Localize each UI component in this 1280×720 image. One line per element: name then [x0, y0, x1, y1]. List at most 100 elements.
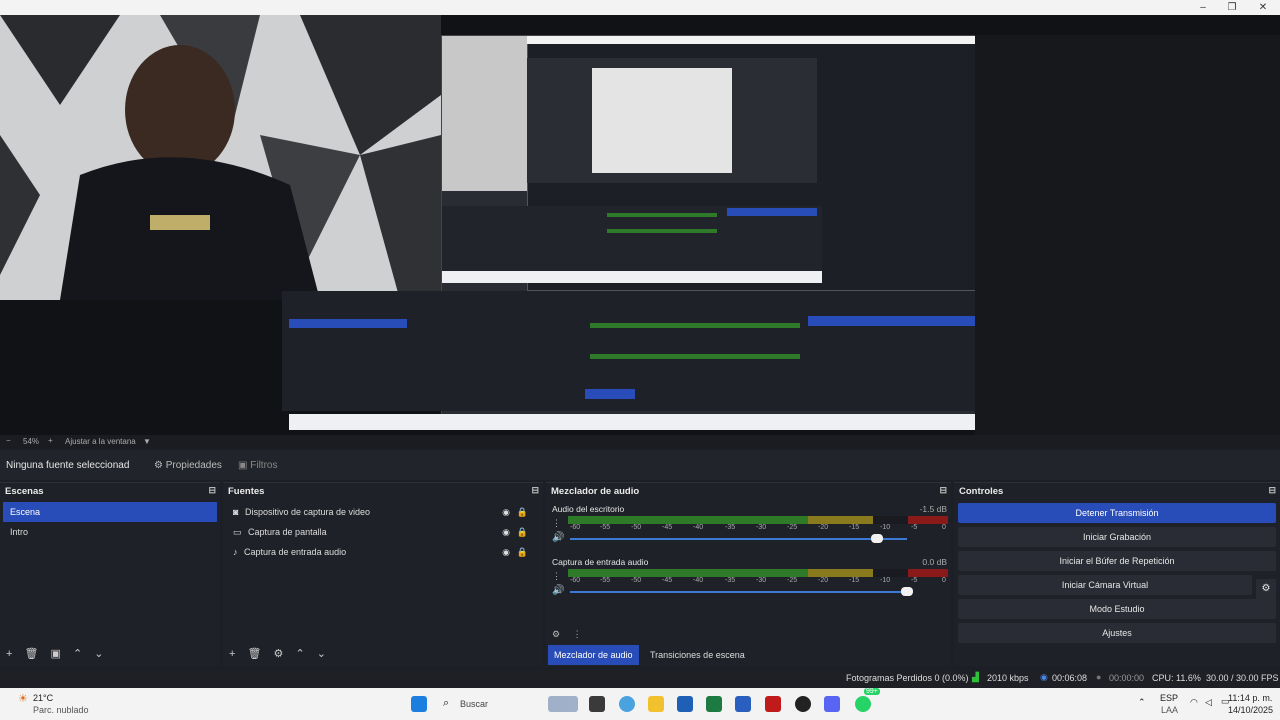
speaker-icon[interactable]: 🔊: [552, 585, 564, 596]
volume-slider[interactable]: 🔊: [552, 532, 947, 544]
start-virtual-camera-button[interactable]: Iniciar Cámara Virtual: [958, 575, 1252, 595]
add-icon[interactable]: +: [6, 648, 12, 660]
gear-icon[interactable]: ⚙: [552, 629, 560, 639]
filters-button[interactable]: ▣ Filtros: [234, 458, 281, 473]
tab-scene-transitions[interactable]: Transiciones de escena: [644, 645, 751, 665]
scenes-title: Escenas: [5, 486, 44, 497]
chevron-up-icon[interactable]: ⌃: [73, 648, 82, 660]
volume-meter: [568, 569, 948, 577]
channel-menu-icon[interactable]: ⋮: [552, 518, 561, 529]
scene-item-escena[interactable]: Escena: [3, 502, 217, 522]
monitor-icon: ▭: [233, 527, 242, 537]
fps: 30.00 / 30.00 FPS: [1206, 673, 1279, 683]
folder-icon[interactable]: [648, 696, 664, 712]
source-item-video[interactable]: ◙ Dispositivo de captura de video ◉ 🔒: [226, 502, 540, 522]
fit-window-label[interactable]: Ajustar a la ventana: [65, 437, 136, 446]
source-label: Dispositivo de captura de video: [244, 507, 371, 517]
properties-button[interactable]: ⚙ Propiedades: [150, 458, 226, 473]
clock-date[interactable]: 14/10/2025: [1228, 705, 1273, 715]
lock-icon[interactable]: 🔒: [517, 527, 528, 538]
word-icon[interactable]: [735, 696, 751, 712]
clock-time[interactable]: 11:14 p. m.: [1228, 693, 1272, 703]
lock-icon[interactable]: 🔒: [517, 547, 528, 558]
language-primary[interactable]: ESP: [1160, 693, 1178, 703]
preview-canvas[interactable]: [0, 15, 1280, 435]
source-item-screen[interactable]: ▭ Captura de pantalla ◉ 🔒: [226, 522, 540, 542]
camera-icon: ◙: [233, 507, 239, 517]
obs-icon[interactable]: [795, 696, 811, 712]
whatsapp-icon[interactable]: [855, 696, 871, 712]
search-icon[interactable]: ⌕: [443, 697, 449, 710]
close-button[interactable]: ✕: [1248, 0, 1278, 15]
stop-stream-button[interactable]: Detener Transmisión: [958, 503, 1276, 523]
start-replay-buffer-button[interactable]: Iniciar el Búfer de Repetición: [958, 551, 1276, 571]
tab-audio-mixer[interactable]: Mezclador de audio: [548, 645, 639, 665]
eye-icon[interactable]: ◉: [502, 547, 510, 558]
dock-menu-icon[interactable]: ⊟: [208, 485, 216, 496]
dock-menu-icon[interactable]: ⊟: [1268, 485, 1276, 496]
settings-button[interactable]: Ajustes: [958, 623, 1276, 643]
chevron-up-icon[interactable]: ⌃: [1138, 697, 1146, 708]
volume-meter: [568, 516, 948, 524]
files-icon[interactable]: [589, 696, 605, 712]
screen-capture-nested: [282, 35, 982, 430]
start-recording-button[interactable]: Iniciar Grabación: [958, 527, 1276, 547]
dock-menu-icon[interactable]: ⊟: [531, 485, 539, 496]
gear-icon[interactable]: ⚙: [1256, 579, 1276, 599]
eye-icon[interactable]: ◉: [502, 527, 510, 538]
filter-icon: ▣: [238, 460, 248, 471]
scenes-header: Escenas ⊟: [0, 483, 220, 499]
weather-icon: ☀: [18, 693, 28, 705]
channel-name: Audio del escritorio: [552, 504, 625, 514]
copilot-icon[interactable]: [619, 696, 635, 712]
channel-menu-icon[interactable]: ⋮: [552, 571, 561, 582]
store-icon[interactable]: [677, 696, 693, 712]
eye-icon[interactable]: ◉: [502, 507, 510, 518]
gear-icon: ⚙: [154, 460, 163, 471]
taskbar-search[interactable]: Buscar: [460, 699, 488, 709]
discord-icon[interactable]: [824, 696, 840, 712]
status-bar: Fotogramas Perdidos 0 (0.0%) ▟ 2010 kbps…: [0, 670, 1280, 687]
more-icon[interactable]: ⋮: [573, 629, 582, 639]
stream-time: 00:06:08: [1052, 673, 1088, 683]
minimize-button[interactable]: –: [1188, 0, 1218, 15]
sources-title: Fuentes: [228, 486, 265, 497]
meter-ticks: -60 -55 -50 -45 -40 -35 -30 -25 -20 -15 …: [570, 577, 946, 584]
wifi-icon[interactable]: ◠: [1190, 697, 1198, 708]
volume-slider[interactable]: 🔊: [552, 585, 947, 597]
mixer-channel-desktop: Audio del escritorio -1.5 dB -60 -55 -50…: [552, 504, 948, 544]
lock-icon[interactable]: 🔒: [517, 507, 528, 518]
volume-knob[interactable]: [870, 534, 883, 543]
channel-db: -1.5 dB: [919, 504, 947, 514]
chevron-up-icon[interactable]: ⌃: [295, 648, 304, 660]
volume-knob[interactable]: [901, 587, 913, 596]
preview-background: [975, 35, 1280, 435]
trash-icon[interactable]: 🗑: [248, 648, 262, 660]
chevron-down-icon[interactable]: ⌄: [94, 648, 103, 660]
speaker-icon[interactable]: 🔊: [552, 532, 564, 543]
source-item-audio[interactable]: ♪ Captura de entrada audio ◉ 🔒: [226, 542, 540, 562]
studio-mode-button[interactable]: Modo Estudio: [958, 599, 1276, 619]
trash-icon[interactable]: 🗑: [25, 648, 39, 660]
windows-start-icon[interactable]: [411, 696, 427, 712]
language-secondary[interactable]: LAA: [1161, 705, 1178, 715]
chevron-down-icon[interactable]: ▼: [143, 437, 151, 446]
chevron-down-icon[interactable]: ⌄: [317, 648, 326, 660]
bitrate: 2010 kbps: [987, 673, 1029, 683]
acrobat-icon[interactable]: [765, 696, 781, 712]
notification-badge: 99+: [864, 688, 880, 695]
mixer-toolbar: ⚙ ⋮: [552, 629, 582, 640]
add-icon[interactable]: +: [229, 648, 235, 660]
channel-db: 0.0 dB: [922, 557, 947, 567]
maximize-button[interactable]: ❐: [1217, 0, 1247, 15]
dock-menu-icon[interactable]: ⊟: [939, 485, 947, 496]
filter-icon[interactable]: ▣: [51, 648, 61, 660]
widgets-icon[interactable]: [548, 696, 578, 712]
speaker-icon[interactable]: ◁: [1205, 697, 1212, 708]
scene-item-intro[interactable]: Intro: [3, 522, 217, 542]
gear-icon[interactable]: ⚙: [274, 648, 284, 660]
zoom-in-button[interactable]: +: [48, 436, 53, 445]
excel-icon[interactable]: [706, 696, 722, 712]
webcam-image: [0, 15, 441, 300]
zoom-out-button[interactable]: −: [6, 436, 11, 445]
